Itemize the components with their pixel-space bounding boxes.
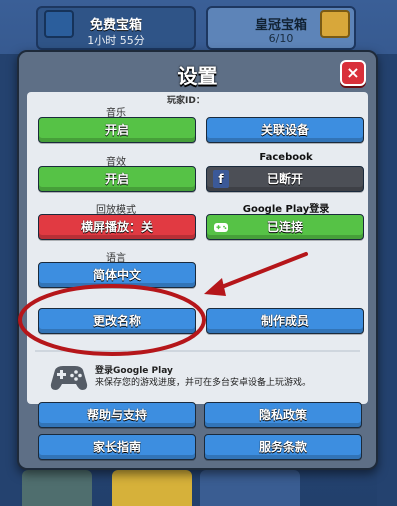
credits-button[interactable]: 制作成员 xyxy=(206,308,364,334)
terms-of-service-button[interactable]: 服务条款 xyxy=(204,434,362,460)
replay-landscape-button[interactable]: 横屏播放：关 xyxy=(38,214,196,240)
google-play-info: 登录Google Play 来保存您的游戏进度，并可在多台安卓设备上玩游戏。 xyxy=(35,354,360,400)
settings-panel: 玩家ID： 音乐 开启 关联设备 音效 Facebook 开启 f 已断开 回放… xyxy=(27,92,368,404)
sfx-toggle-button[interactable]: 开启 xyxy=(38,166,196,192)
link-device-button[interactable]: 关联设备 xyxy=(206,117,364,143)
facebook-status: 已断开 xyxy=(266,172,303,186)
section-divider xyxy=(35,350,360,352)
google-play-gamepad-icon xyxy=(50,366,88,390)
chest-slot-1[interactable] xyxy=(22,470,92,506)
google-play-connect-button[interactable]: 已连接 xyxy=(206,214,364,240)
dialog-title: 设置 xyxy=(177,64,218,88)
facebook-icon: f xyxy=(213,170,229,188)
dialog-header: 设置 × xyxy=(19,52,376,92)
music-toggle-button[interactable]: 开启 xyxy=(38,117,196,143)
facebook-button[interactable]: f 已断开 xyxy=(206,166,364,192)
crown-chest-icon xyxy=(320,10,350,38)
facebook-label: Facebook xyxy=(259,152,313,163)
close-button[interactable]: × xyxy=(340,60,366,86)
google-play-status: 已连接 xyxy=(266,220,303,234)
chest-slot-2[interactable] xyxy=(112,470,192,506)
gamepad-icon xyxy=(214,223,228,232)
settings-dialog: 设置 × 玩家ID： 音乐 开启 关联设备 音效 Facebook 开启 f 已… xyxy=(17,50,378,470)
google-play-login-label: Google Play登录 xyxy=(242,204,330,215)
free-chest-icon xyxy=(44,10,74,38)
google-play-info-desc: 来保存您的游戏进度，并可在多台安卓设备上玩游戏。 xyxy=(95,378,312,388)
privacy-policy-button[interactable]: 隐私政策 xyxy=(204,402,362,428)
help-support-button[interactable]: 帮助与支持 xyxy=(38,402,196,428)
language-button[interactable]: 简体中文 xyxy=(38,262,196,288)
background-right-edge xyxy=(377,54,397,506)
parent-guide-button[interactable]: 家长指南 xyxy=(38,434,196,460)
change-name-button[interactable]: 更改名称 xyxy=(38,308,196,334)
chest-slot-3[interactable] xyxy=(200,470,300,506)
